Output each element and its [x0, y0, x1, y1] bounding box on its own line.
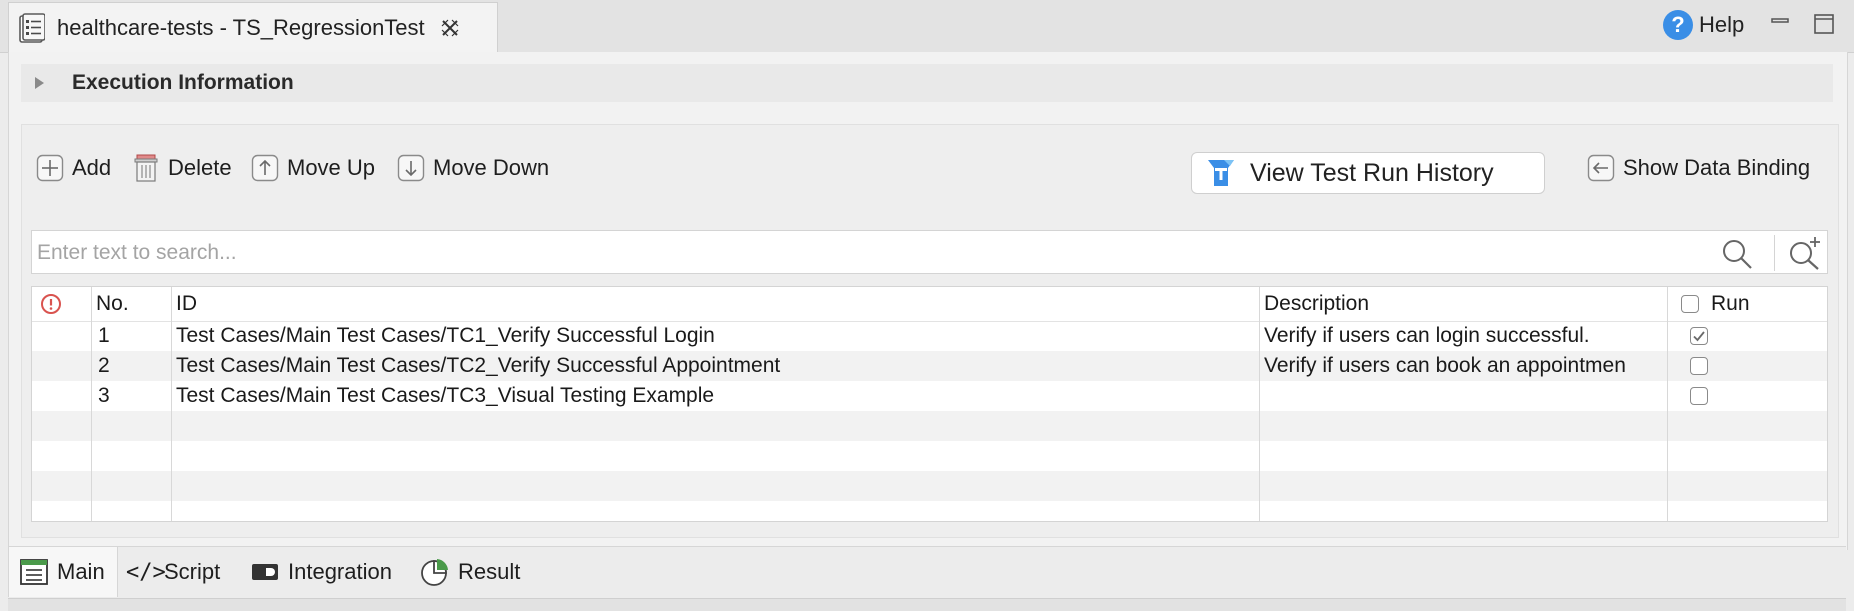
table-header: No. ID Description Run	[32, 287, 1827, 322]
row-id: Test Cases/Main Test Cases/TC3_Visual Te…	[176, 384, 715, 407]
show-data-binding-label: Show Data Binding	[1623, 155, 1811, 180]
row-run-cell	[1690, 381, 1730, 411]
run-all-checkbox[interactable]	[1681, 295, 1699, 313]
pie-chart-icon	[421, 559, 448, 586]
table-row[interactable]: 1 Test Cases/Main Test Cases/TC1_Verify …	[32, 321, 1827, 351]
execution-information-title: Execution Information	[72, 71, 294, 94]
row-description	[1264, 381, 1676, 411]
tab-result-label: Result	[458, 559, 521, 584]
editor-tab-bar: healthcare-tests - TS_RegressionTest ? H…	[0, 0, 1854, 53]
empty-row	[32, 471, 1827, 501]
tab-script-label: Script	[164, 559, 221, 584]
error-column-header[interactable]	[40, 287, 80, 321]
arrow-up-icon	[251, 154, 279, 182]
arrow-down-icon	[397, 154, 425, 182]
add-icon	[36, 154, 64, 182]
editor-tab[interactable]: healthcare-tests - TS_RegressionTest	[8, 2, 498, 52]
row-id: Test Cases/Main Test Cases/TC1_Verify Su…	[176, 324, 715, 347]
add-button[interactable]: Add	[36, 154, 111, 182]
test-suite-icon	[19, 12, 45, 43]
column-divider	[1667, 287, 1668, 521]
view-test-run-history-label: View Test Run History	[1250, 158, 1494, 187]
column-divider	[91, 287, 92, 521]
delete-label: Delete	[168, 155, 232, 180]
move-up-label: Move Up	[287, 155, 376, 180]
run-header-label: Run	[1711, 292, 1750, 315]
help-icon: ?	[1663, 10, 1693, 40]
bottom-strip	[8, 598, 1846, 611]
row-no: 2	[98, 354, 110, 377]
view-test-run-history-button[interactable]: View Test Run History	[1191, 152, 1545, 194]
maximize-icon[interactable]	[1812, 12, 1836, 36]
tab-result[interactable]: Result	[420, 547, 520, 597]
checkmark-icon	[1693, 331, 1705, 342]
column-header-description[interactable]: Description	[1264, 287, 1644, 321]
search-input[interactable]	[32, 231, 1719, 275]
empty-row	[32, 441, 1827, 471]
help-label: Help	[1699, 12, 1745, 37]
column-header-no[interactable]: No.	[96, 287, 166, 321]
table-row[interactable]: 2 Test Cases/Main Test Cases/TC2_Verify …	[32, 351, 1827, 381]
delete-button[interactable]: Delete	[132, 154, 232, 182]
main-tab-icon	[20, 559, 48, 585]
editor-tab-title: healthcare-tests - TS_RegressionTest	[57, 14, 425, 40]
expand-triangle-icon[interactable]	[35, 77, 44, 89]
move-down-button[interactable]: Move Down	[397, 154, 549, 182]
row-description: Verify if users can book an appointmen	[1264, 354, 1626, 377]
tab-main[interactable]: Main	[8, 547, 118, 597]
tab-integration[interactable]: Integration	[250, 547, 392, 597]
run-checkbox[interactable]	[1690, 357, 1708, 375]
tab-integration-label: Integration	[288, 559, 392, 584]
run-checkbox[interactable]	[1690, 387, 1708, 405]
test-cases-table: No. ID Description Run 1 Test Cases/Main…	[31, 286, 1828, 522]
show-data-binding-button[interactable]: Show Data Binding	[1587, 154, 1810, 182]
minimize-icon[interactable]	[1768, 12, 1792, 36]
tab-main-label: Main	[57, 559, 105, 584]
table-row[interactable]: 3 Test Cases/Main Test Cases/TC3_Visual …	[32, 381, 1827, 411]
column-divider	[1259, 287, 1260, 521]
close-icon[interactable]	[439, 17, 461, 39]
search-divider	[1774, 235, 1775, 271]
empty-row	[32, 411, 1827, 441]
execution-information-section[interactable]: Execution Information	[21, 64, 1833, 102]
search-icon[interactable]	[1720, 237, 1754, 271]
column-header-id[interactable]: ID	[176, 287, 1076, 321]
testops-logo-icon	[1208, 160, 1234, 186]
code-icon: </>	[126, 559, 166, 585]
integration-icon	[252, 564, 278, 580]
run-checkbox-checked[interactable]	[1690, 327, 1708, 345]
help-button[interactable]: ? Help	[1663, 10, 1744, 40]
add-label: Add	[72, 155, 112, 180]
row-no: 3	[98, 384, 110, 407]
advanced-search-icon[interactable]	[1786, 235, 1822, 271]
search-bar	[31, 230, 1828, 275]
row-run-cell	[1690, 351, 1730, 381]
column-divider	[171, 287, 172, 521]
move-down-label: Move Down	[433, 155, 550, 180]
error-icon	[41, 294, 61, 314]
move-up-button[interactable]: Move Up	[251, 154, 375, 182]
row-description: Verify if users can login successful.	[1264, 324, 1590, 347]
column-header-run[interactable]: Run	[1681, 287, 1811, 321]
tab-script[interactable]: </> Script	[126, 547, 220, 597]
arrow-left-icon	[1587, 154, 1615, 182]
row-run-cell	[1690, 321, 1730, 351]
trash-icon	[134, 154, 158, 182]
row-no: 1	[98, 324, 110, 347]
bottom-tab-bar: Main </> Script Integration Result	[8, 546, 1846, 597]
row-id: Test Cases/Main Test Cases/TC2_Verify Su…	[176, 354, 781, 377]
